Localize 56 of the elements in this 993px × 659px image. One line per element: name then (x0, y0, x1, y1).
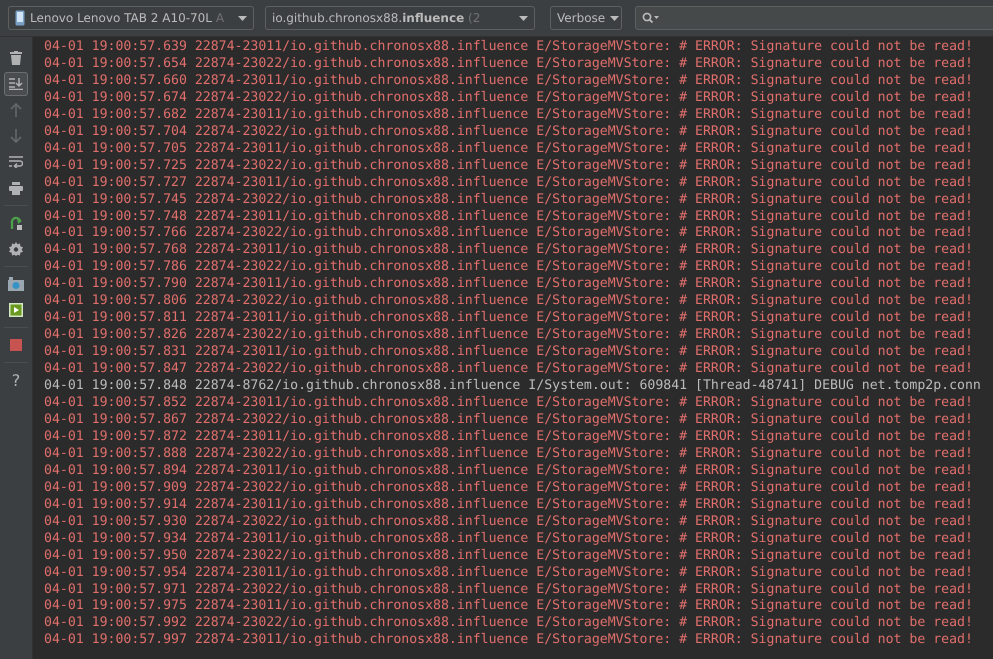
log-line: 04-01 19:00:57.997 22874-23011/io.github.chronosx88.influence E/StorageMVStore: # ERROR: Signature could not be read! (44, 632, 973, 650)
log-line: 04-01 19:00:57.674 22874-23022/io.github.chronosx88.influence E/StorageMVStore: # ERROR: Signature could not be read! (44, 90, 973, 107)
log-line: 04-01 19:00:57.867 22874-23022/io.github.chronosx88.influence E/StorageMVStore: # ERROR: Signature could not be read! (44, 412, 973, 429)
log-line: 04-01 19:00:57.725 22874-23022/io.github.chronosx88.influence E/StorageMVStore: # ERROR: Signature could not be read! (44, 158, 973, 175)
log-line: 04-01 19:00:57.975 22874-23011/io.github.chronosx88.influence E/StorageMVStore: # ERROR: Signature could not be read! (44, 598, 973, 616)
log-line: 04-01 19:00:57.848 22874-8762/io.github.chronosx88.influence I/System.out: 609841 [Thread-48741] DEBUG net.tomp2p.conn (44, 378, 981, 396)
caret-icon (610, 16, 620, 20)
log-line: 04-01 19:00:57.654 22874-23022/io.github.chronosx88.influence E/StorageMVStore: # ERROR: Signature could not be read! (44, 56, 973, 73)
down-arrow-icon (10, 129, 22, 143)
restart-icon (9, 216, 23, 230)
log-line: 04-01 19:00:57.768 22874-23011/io.github.chronosx88.influence E/StorageMVStore: # ERROR: Signature could not be read! (44, 242, 973, 260)
log-line: 04-01 19:00:57.660 22874-23011/io.github.chronosx88.influence E/StorageMVStore: # ERROR: Signature could not be read! (44, 72, 973, 90)
log-line: 04-01 19:00:57.934 22874-23011/io.github.chronosx88.influence E/StorageMVStore: # ERROR: Signature could not be read! (44, 530, 973, 548)
log-line: 04-01 19:00:57.930 22874-23022/io.github.chronosx88.influence E/StorageMVStore: # ERROR: Signature could not be read! (44, 514, 973, 531)
log-line: 04-01 19:00:57.852 22874-23011/io.github.chronosx88.influence E/StorageMVStore: # ERROR: Signature could not be read! (44, 395, 973, 412)
log-line: 04-01 19:00:57.748 22874-23011/io.github.chronosx88.influence E/StorageMVStore: # ERROR: Signature could not be read! (44, 208, 973, 226)
log-line: 04-01 19:00:57.992 22874-23022/io.github.chronosx88.influence E/StorageMVStore: # ERROR: Signature could not be read! (44, 615, 973, 632)
camera-icon (8, 277, 24, 291)
log-line: 04-01 19:00:57.811 22874-23011/io.github.chronosx88.influence E/StorageMVStore: # ERROR: Signature could not be read! (44, 310, 973, 328)
soft-wrap-icon (9, 156, 23, 168)
log-line: 04-01 19:00:57.826 22874-23022/io.github.chronosx88.influence E/StorageMVStore: # ERROR: Signature could not be read! (44, 327, 973, 344)
log-line: 04-01 19:00:57.971 22874-23022/io.github.chronosx88.influence E/StorageMVStore: # ERROR: Signature could not be read! (44, 582, 973, 598)
log-line: 04-01 19:00:57.888 22874-23022/io.github.chronosx88.influence E/StorageMVStore: # ERROR: Signature could not be read! (44, 446, 973, 463)
log-line: 04-01 19:00:57.954 22874-23011/io.github.chronosx88.influence E/StorageMVStore: # ERROR: Signature could not be read! (44, 564, 973, 582)
search-field[interactable] (635, 6, 993, 30)
log-line: 04-01 19:00:57.745 22874-23022/io.github.chronosx88.influence E/StorageMVStore: # ERROR: Signature could not be read! (44, 192, 973, 209)
log-line: 04-01 19:00:57.872 22874-23011/io.github.chronosx88.influence E/StorageMVStore: # ERROR: Signature could not be read! (44, 428, 973, 446)
search-icon (642, 12, 659, 24)
phone-icon (15, 10, 25, 26)
log-line: 04-01 19:00:57.790 22874-23011/io.github.chronosx88.influence E/StorageMVStore: # ERROR: Signature could not be read! (44, 276, 973, 294)
printer-icon (9, 182, 23, 194)
log-line: 04-01 19:00:57.831 22874-23011/io.github.chronosx88.influence E/StorageMVStore: # ERROR: Signature could not be read! (44, 344, 973, 362)
log-line: 04-01 19:00:57.682 22874-23011/io.github.chronosx88.influence E/StorageMVStore: # ERROR: Signature could not be read! (44, 106, 973, 124)
up-arrow-icon (10, 103, 22, 117)
settings-icon (9, 242, 23, 256)
trash-icon (10, 51, 22, 65)
log-line: 04-01 19:00:57.909 22874-23022/io.github.chronosx88.influence E/StorageMVStore: # ERROR: Signature could not be read! (44, 480, 973, 497)
log-line: 04-01 19:00:57.786 22874-23022/io.github.chronosx88.influence E/StorageMVStore: # ERROR: Signature could not be read! (44, 259, 973, 276)
caret-icon (238, 16, 247, 20)
log-line: 04-01 19:00:57.704 22874-23022/io.github.chronosx88.influence E/StorageMVStore: # ERROR: Signature could not be read! (44, 124, 973, 141)
log-line: 04-01 19:00:57.894 22874-23011/io.github.chronosx88.influence E/StorageMVStore: # ERROR: Signature could not be read! (44, 462, 973, 480)
caret-icon (519, 16, 528, 20)
log-line: 04-01 19:00:57.914 22874-23011/io.github.chronosx88.influence E/StorageMVStore: # ERROR: Signature could not be read! (44, 496, 973, 514)
log-line: 04-01 19:00:57.705 22874-23011/io.github.chronosx88.influence E/StorageMVStore: # ERROR: Signature could not be read! (44, 140, 973, 158)
help-tool[interactable]: ? (4, 368, 28, 392)
scroll-end-tool[interactable] (4, 72, 28, 96)
log-level-dropdown[interactable]: Verbose (550, 6, 622, 30)
log-line: 04-01 19:00:57.806 22874-23022/io.github.chronosx88.influence E/StorageMVStore: # ERROR: Signature could not be read! (44, 293, 973, 310)
stop-icon (10, 339, 22, 351)
log-line: 04-01 19:00:57.766 22874-23022/io.github.chronosx88.influence E/StorageMVStore: # ERROR: Signature could not be read! (44, 225, 973, 242)
log-line: 04-01 19:00:57.639 22874-23011/io.github.chronosx88.influence E/StorageMVStore: # ERROR: Signature could not be read! (44, 39, 973, 56)
log-line: 04-01 19:00:57.727 22874-23011/io.github.chronosx88.influence E/StorageMVStore: # ERROR: Signature could not be read! (44, 174, 973, 192)
log-line: 04-01 19:00:57.950 22874-23022/io.github.chronosx88.influence E/StorageMVStore: # ERROR: Signature could not be read! (44, 548, 973, 565)
scroll-to-end-icon (9, 78, 23, 90)
log-line: 04-01 19:00:57.847 22874-23022/io.github.chronosx88.influence E/StorageMVStore: # ERROR: Signature could not be read! (44, 361, 973, 378)
video-record-icon (9, 303, 23, 317)
